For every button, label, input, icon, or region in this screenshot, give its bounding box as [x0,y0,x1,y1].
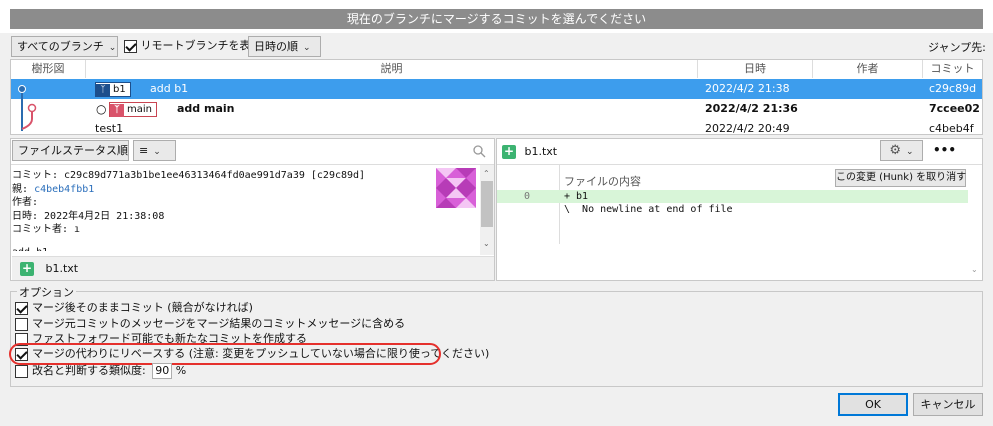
commit-hash: 7ccee02 [929,102,980,115]
file-status-sort-dropdown[interactable]: ファイルステータス順⌄ [12,140,141,161]
commit-hash: c4beb4f [929,122,974,135]
column-header-commit[interactable]: コミット [923,60,982,78]
author-line: 作者: [12,197,39,208]
similarity-input[interactable]: 90 [152,363,173,379]
commit-message: test1 [95,122,124,135]
diff-scrollbar[interactable]: ⌄ [970,165,982,280]
commit-message: add main [177,102,235,115]
chevron-down-icon: ⌄ [906,147,914,157]
table-row[interactable]: test1 2022/4/2 20:49 c4beb4f [11,119,982,139]
list-icon: ≡ [139,144,149,157]
chevron-down-icon: ⌄ [303,43,311,53]
avatar [436,168,476,208]
options-legend: オプション [17,284,76,300]
chevron-down-icon: ⌄ [108,43,117,53]
branch-filter-dropdown[interactable]: すべてのブランチ ⌄ [11,36,118,57]
commit-date: 2022/4/2 20:49 [705,122,790,135]
commit-details-panel: ファイルステータス順⌄ ≡⌄ コミット: c29c89d771a3b1be1ee… [10,138,495,281]
committer-line: コミット者: ı [12,224,81,235]
branch-tag-b1[interactable]: ᛉ b1 [95,81,131,97]
option-include-messages[interactable]: マージ元コミットのメッセージをマージ結果のコミットメッセージに含める [15,316,405,332]
chevron-down-icon: ⌄ [153,147,161,157]
branch-icon: ᛉ [96,83,110,97]
commit-id-line: コミット: c29c89d771a3b1be1ee46313464fd0ae99… [12,170,366,181]
parent-hash-link[interactable]: c4beb4fbb1 [34,184,94,195]
sort-order-dropdown[interactable]: 日時の順 ⌄ [248,36,321,57]
branch-tag-main[interactable]: ᛉ main [109,101,157,117]
similarity-unit: % [175,364,187,377]
remote-branches-checkbox[interactable] [124,39,137,53]
option-checkbox[interactable] [15,301,28,315]
commit-details-text: コミット: c29c89d771a3b1be1ee46313464fd0ae99… [12,169,437,251]
commit-message: add b1 [150,82,189,95]
added-file-icon: + [20,261,34,276]
settings-dropdown[interactable]: ⚙ ⌄ [880,140,923,161]
diff-file-header: + b1.txt [502,144,557,160]
diff-line-added: + b1 [564,191,589,202]
file-list-item[interactable]: + b1.txt [12,256,494,280]
commit-table: 樹形図 説明 日時 作者 コミット ᛉ b1 add b1 2022/4/2 21… [10,59,983,135]
jump-to-label: ジャンプ先: [928,41,986,54]
branch-filter-label: すべてのブランチ [17,40,104,53]
commit-message-line: add b1 [12,246,437,251]
commit-hash: c29c89d [929,82,977,95]
column-header-author[interactable]: 作者 [813,60,923,78]
date-line: 日時: 2022年4月2日 21:38:08 [12,210,165,222]
commit-graph [18,85,37,131]
commit-date: 2022/4/2 21:36 [705,102,798,115]
remote-branches-toggle[interactable]: リモートブランチを表示 [124,38,262,54]
head-marker-icon: ○ [96,102,107,116]
cancel-button[interactable]: キャンセル [913,393,983,416]
column-header-description[interactable]: 説明 [86,60,698,78]
view-mode-dropdown[interactable]: ≡ ⌄ [133,140,176,161]
scroll-down-icon: ⌄ [971,265,978,274]
gear-icon: ⚙ [889,143,902,158]
branch-icon: ᛉ [110,103,124,117]
search-icon[interactable] [472,144,486,158]
line-number: 0 [523,191,531,202]
options-group: オプション マージ後そのままコミット (競合がなければ) マージ元コミットのメッ… [9,284,983,387]
details-scrollbar[interactable]: ⌃ ⌄ [480,165,494,255]
file-name: b1.txt [45,262,79,275]
highlight-annotation [9,343,441,365]
column-header-graph[interactable]: 樹形図 [11,60,86,78]
diff-file-name: b1.txt [524,145,558,158]
commit-node-icon [27,103,37,113]
content-header: ファイルの内容 [564,175,641,188]
more-options-icon[interactable]: ••• [933,143,956,157]
scroll-down-icon: ⌄ [483,239,490,248]
option-rename-similarity[interactable]: 改名と判断する類似度: 90 % [15,363,186,379]
diff-panel: + b1.txt ⚙ ⌄ ••• ファイルの内容 この変更 (Hunk) を取り消… [496,138,983,281]
option-checkbox[interactable] [15,364,28,378]
remote-branches-label: リモートブランチを表示 [140,39,262,52]
column-header-date[interactable]: 日時 [698,60,813,78]
scroll-up-icon: ⌃ [483,169,490,178]
table-row[interactable]: ᛉ b1 add b1 2022/4/2 21:38 c29c89d [11,79,982,99]
sort-order-label: 日時の順 [254,40,298,53]
added-file-icon: + [502,144,516,159]
dialog-title: 現在のブランチにマージするコミットを選んでください [10,9,983,29]
dialog-titlebar: 現在のブランチにマージするコミットを選んでください [0,0,993,33]
revert-hunk-button[interactable]: この変更 (Hunk) を取り消す [835,169,966,187]
table-row[interactable]: ○ ᛉ main add main 2022/4/2 21:36 7ccee02 [11,99,982,119]
commit-node-icon [18,85,26,93]
option-checkbox[interactable] [15,317,28,331]
parent-label: 親: [12,183,29,195]
scrollbar-thumb[interactable] [481,181,493,227]
ok-button[interactable]: OK [838,393,908,416]
option-commit-after-merge[interactable]: マージ後そのままコミット (競合がなければ) [15,300,253,316]
diff-line-no-newline: \ No newline at end of file [564,204,733,215]
commit-date: 2022/4/2 21:38 [705,82,790,95]
